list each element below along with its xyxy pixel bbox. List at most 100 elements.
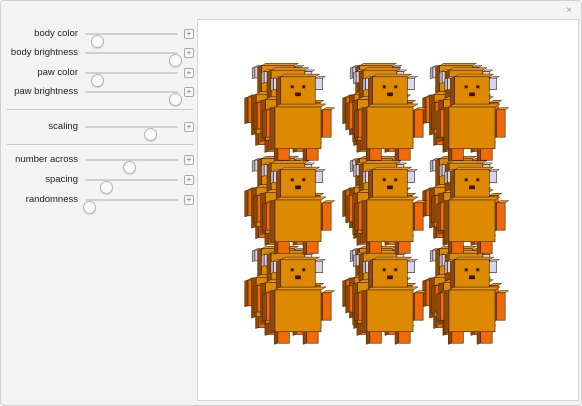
bear-head: [435, 158, 440, 187]
control-label: body brightness: [10, 47, 78, 58]
bear-arm: [321, 107, 336, 111]
slider-spacing[interactable]: [85, 179, 178, 194]
bear-ear: [261, 164, 265, 177]
bear-arm: [354, 292, 359, 322]
bear-head: [454, 76, 490, 105]
bear: [262, 166, 336, 255]
bear-head: [279, 166, 321, 170]
bear-head: [257, 65, 262, 94]
bear-eye: [290, 85, 294, 89]
bear-eye: [464, 85, 468, 89]
bear: [436, 256, 510, 345]
slider-thumb[interactable]: [82, 201, 96, 214]
bear-eye: [302, 268, 306, 272]
control-label: paw brightness: [14, 86, 78, 97]
bear-body: [448, 199, 496, 243]
control-scaling: scaling +: [1, 119, 195, 141]
bear-eye: [394, 268, 398, 272]
bear-arm: [414, 109, 424, 138]
control-paw-color: paw color +: [1, 65, 195, 87]
bear-head: [260, 62, 300, 66]
slider-randomness[interactable]: [82, 199, 178, 214]
plus-square-icon[interactable]: +: [184, 48, 194, 58]
bear-eye: [382, 178, 386, 182]
bear-ear: [429, 249, 434, 263]
close-icon[interactable]: ×: [563, 5, 575, 17]
bear-nose: [295, 275, 301, 280]
bear-arm: [253, 102, 258, 131]
control-number-across: number across +: [1, 152, 195, 174]
bear-head: [438, 62, 478, 66]
slider-paw-brightness[interactable]: [85, 91, 183, 106]
bear-ear: [444, 170, 448, 184]
plus-square-icon[interactable]: +: [184, 122, 194, 132]
bear-head: [372, 259, 408, 288]
plus-square-icon[interactable]: +: [184, 175, 194, 185]
bear: [354, 166, 428, 255]
bear-eye: [302, 85, 306, 89]
control-label: number across: [15, 154, 78, 165]
bear-eye: [476, 268, 480, 272]
control-paw-brightness: paw brightness +: [1, 84, 195, 106]
bear-ear: [362, 77, 366, 91]
bear-arm: [321, 200, 336, 204]
bear-head: [270, 67, 310, 71]
bear-ear: [349, 159, 354, 173]
plus-square-icon[interactable]: +: [184, 155, 194, 165]
bear-body: [448, 196, 501, 201]
bear-ear: [406, 260, 415, 273]
bear-eye: [290, 178, 294, 182]
bear-body: [448, 106, 496, 150]
plus-square-icon[interactable]: +: [184, 195, 194, 205]
bear: [436, 73, 510, 162]
bear-head: [280, 169, 316, 198]
bear-body: [274, 199, 322, 243]
bear-ear: [251, 159, 256, 173]
bear-arm: [354, 202, 359, 232]
bear-eye: [476, 85, 480, 89]
bear-ear: [314, 77, 323, 90]
bear-eye: [290, 268, 294, 272]
bear-head: [450, 169, 455, 199]
bear-arm: [244, 96, 249, 125]
bear-head: [450, 76, 455, 106]
bear-arm: [262, 202, 267, 232]
slider-paw-color[interactable]: [85, 72, 178, 87]
bear-body: [448, 286, 501, 291]
plus-square-icon[interactable]: +: [184, 87, 194, 97]
bear-body: [448, 103, 501, 108]
slider-body-brightness[interactable]: [85, 52, 183, 67]
bear-ear: [349, 249, 354, 263]
graphics-canvas[interactable]: [197, 19, 579, 401]
control-label: randomness: [25, 194, 78, 205]
bear-head: [448, 160, 488, 164]
control-label: spacing: [45, 174, 78, 185]
bear-arm: [322, 202, 332, 231]
bear-nose: [469, 92, 475, 97]
plus-square-icon[interactable]: +: [184, 68, 194, 78]
slider-scaling[interactable]: [85, 126, 178, 141]
bear-body: [274, 103, 327, 108]
slider-thumb[interactable]: [169, 93, 183, 106]
bear-ear: [270, 170, 274, 184]
slider-body-color[interactable]: [85, 33, 178, 48]
bear-ear: [429, 159, 434, 173]
slider-number-across[interactable]: [85, 159, 178, 174]
bear-body: [274, 196, 327, 201]
bear-ear: [353, 164, 357, 177]
bear-eye: [394, 178, 398, 182]
plus-square-icon[interactable]: +: [184, 29, 194, 39]
bear-head: [280, 259, 316, 288]
bear: [354, 73, 428, 162]
bear-arm: [488, 283, 503, 286]
bear-body: [361, 289, 368, 334]
bear: [436, 166, 510, 255]
bear-nose: [295, 185, 301, 190]
slider-thumb[interactable]: [144, 128, 158, 141]
bear: [262, 73, 336, 162]
bear-head: [372, 169, 408, 198]
bear-body: [269, 289, 276, 334]
bear-ear: [270, 260, 274, 274]
bear-head: [279, 256, 321, 260]
bear-body: [269, 199, 276, 244]
